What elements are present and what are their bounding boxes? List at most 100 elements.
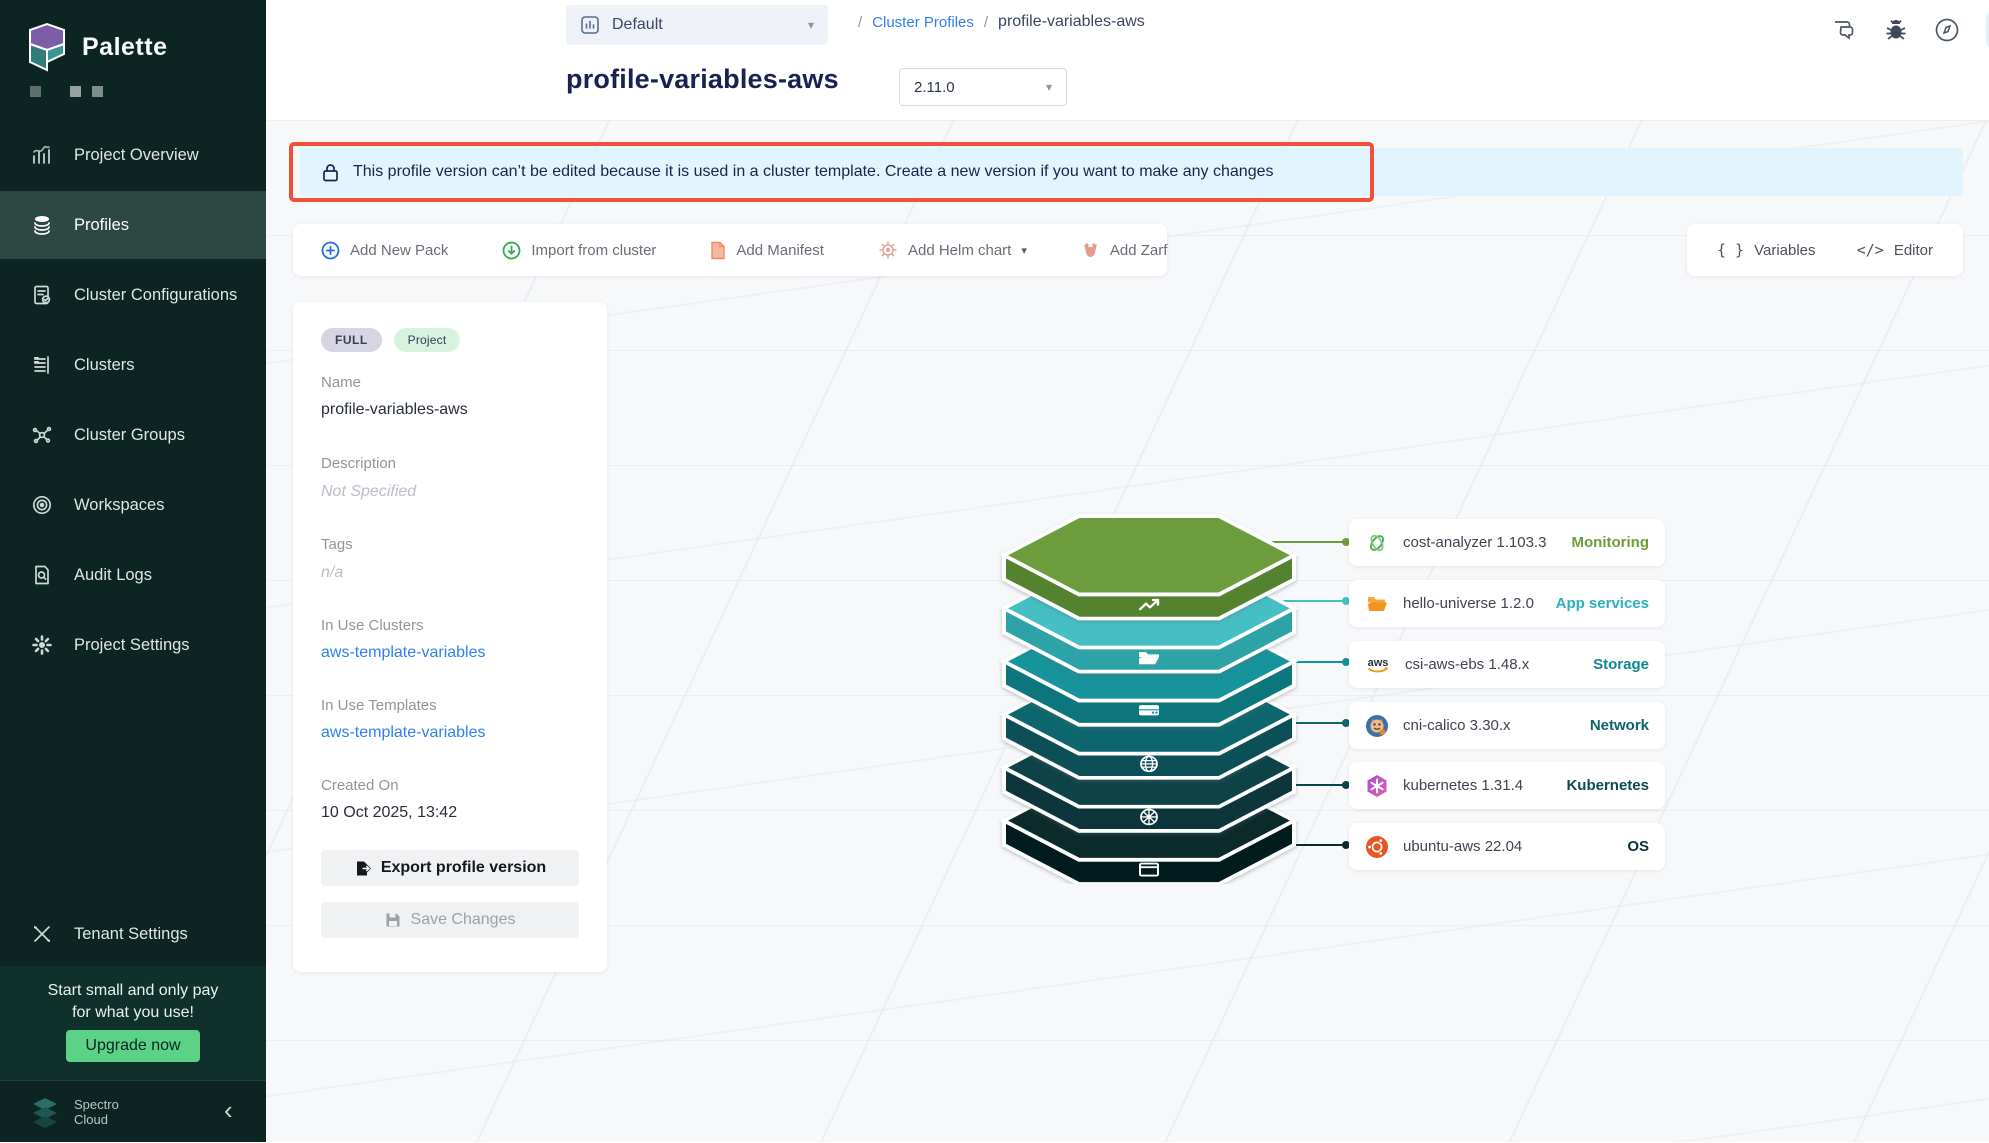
locked-version-banner: This profile version can’t be edited bec… bbox=[300, 148, 1963, 196]
save-label: Save Changes bbox=[411, 911, 516, 929]
sidebar-item-label: Project Overview bbox=[74, 146, 199, 165]
sidebar-item-label: Audit Logs bbox=[74, 566, 152, 585]
badges-row: FULL Project bbox=[321, 328, 460, 352]
layers-stack-icon bbox=[30, 213, 54, 237]
brand-name: Palette bbox=[82, 33, 167, 62]
name-label: Name bbox=[321, 374, 361, 391]
pack-row-cni-calico[interactable]: cni-calico 3.30.x Network bbox=[1349, 702, 1665, 749]
description-value: Not Specified bbox=[321, 483, 416, 501]
spectro-cloud-logo-icon bbox=[28, 1095, 62, 1129]
profile-layers-stack[interactable] bbox=[998, 504, 1300, 884]
in-use-clusters-link[interactable]: aws-template-variables bbox=[321, 644, 486, 662]
stack-layer-monitoring[interactable] bbox=[1004, 516, 1294, 618]
palette-logo: Palette bbox=[26, 22, 167, 72]
editor-button[interactable]: </> Editor bbox=[1857, 241, 1933, 259]
pack-row-hello-universe[interactable]: hello-universe 1.2.0 App services bbox=[1349, 580, 1665, 627]
add-helm-chart-button[interactable]: Add Helm chart ▾ bbox=[878, 240, 1027, 260]
add-manifest-button[interactable]: Add Manifest bbox=[710, 241, 824, 260]
pack-name: cost-analyzer 1.103.3 bbox=[1403, 534, 1558, 551]
tags-value: n/a bbox=[321, 564, 343, 582]
project-selector[interactable]: Default ▾ bbox=[566, 5, 828, 45]
upgrade-panel: Start small and only pay for what you us… bbox=[0, 966, 266, 1080]
banner-text: This profile version can’t be edited bec… bbox=[353, 163, 1274, 181]
add-helm-chart-label: Add Helm chart bbox=[908, 242, 1011, 259]
calico-icon bbox=[1365, 714, 1389, 738]
pack-row-ubuntu-aws[interactable]: ubuntu-aws 22.04 OS bbox=[1349, 823, 1665, 870]
sidebar-item-audit-logs[interactable]: Audit Logs bbox=[0, 541, 266, 609]
lock-icon bbox=[322, 163, 339, 182]
sidebar-item-clusters[interactable]: Clusters bbox=[0, 331, 266, 399]
topbar-actions: Docs ▾ bbox=[1832, 13, 1989, 47]
in-use-templates-link[interactable]: aws-template-variables bbox=[321, 724, 486, 742]
created-on-label: Created On bbox=[321, 777, 399, 794]
pack-row-csi-aws-ebs[interactable]: aws csi-aws-ebs 1.48.x Storage bbox=[1349, 641, 1665, 688]
redacted-block bbox=[92, 86, 103, 97]
braces-icon: { } bbox=[1717, 241, 1744, 259]
export-profile-version-button[interactable]: Export profile version bbox=[321, 850, 579, 886]
chevron-down-icon: ▾ bbox=[1046, 80, 1052, 94]
code-icon: </> bbox=[1857, 241, 1884, 259]
kubernetes-pack-icon bbox=[1365, 774, 1389, 798]
add-new-pack-button[interactable]: Add New Pack bbox=[321, 241, 448, 260]
save-changes-button[interactable]: Save Changes bbox=[321, 902, 579, 938]
add-zarf-button[interactable]: Add Zarf bbox=[1081, 241, 1168, 259]
pack-name: ubuntu-aws 22.04 bbox=[1403, 838, 1613, 855]
description-label: Description bbox=[321, 455, 396, 472]
add-new-pack-label: Add New Pack bbox=[350, 242, 448, 259]
sidebar-item-label: Cluster Groups bbox=[74, 426, 185, 445]
sidebar-item-label: Clusters bbox=[74, 356, 135, 375]
export-icon bbox=[354, 860, 371, 877]
sidebar-item-project-settings[interactable]: Project Settings bbox=[0, 611, 266, 679]
full-badge: FULL bbox=[321, 328, 382, 352]
add-zarf-label: Add Zarf bbox=[1110, 242, 1168, 259]
sidebar-collapse-icon[interactable]: ‹ bbox=[224, 1095, 233, 1126]
sidebar-item-workspaces[interactable]: Workspaces bbox=[0, 471, 266, 539]
download-circle-icon bbox=[502, 241, 521, 260]
in-use-templates-label: In Use Templates bbox=[321, 697, 437, 714]
sidebar-item-profiles[interactable]: Profiles bbox=[0, 191, 266, 259]
cost-analyzer-icon bbox=[1365, 531, 1389, 555]
variables-button[interactable]: { } Variables bbox=[1717, 241, 1816, 259]
sidebar-item-project-overview[interactable]: Project Overview bbox=[0, 121, 266, 189]
manifest-file-icon bbox=[710, 241, 726, 260]
profile-details-card: FULL Project Name profile-variables-aws … bbox=[293, 302, 607, 972]
chevron-down-icon: ▾ bbox=[1021, 244, 1027, 257]
plus-circle-icon bbox=[321, 241, 340, 260]
pack-category: Kubernetes bbox=[1566, 777, 1649, 794]
import-from-cluster-button[interactable]: Import from cluster bbox=[502, 241, 656, 260]
import-from-cluster-label: Import from cluster bbox=[531, 242, 656, 259]
sidebar-item-cluster-configurations[interactable]: Cluster Configurations bbox=[0, 261, 266, 329]
tools-icon bbox=[30, 922, 54, 946]
aws-icon: aws bbox=[1365, 653, 1391, 677]
pack-row-kubernetes[interactable]: kubernetes 1.31.4 Kubernetes bbox=[1349, 762, 1665, 809]
export-label: Export profile version bbox=[381, 859, 546, 877]
gear-icon bbox=[30, 633, 54, 657]
chevron-down-icon: ▾ bbox=[808, 18, 814, 32]
compass-help-icon[interactable] bbox=[1934, 17, 1960, 43]
upgrade-now-button[interactable]: Upgrade now bbox=[66, 1030, 200, 1062]
pack-toolbar: Add New Pack Import from cluster Add Man… bbox=[293, 224, 1167, 276]
pack-name: csi-aws-ebs 1.48.x bbox=[1405, 656, 1579, 673]
sidebar-item-label: Cluster Configurations bbox=[74, 286, 237, 305]
sidebar-item-tenant-settings[interactable]: Tenant Settings bbox=[0, 900, 266, 968]
pack-name: cni-calico 3.30.x bbox=[1403, 717, 1576, 734]
bug-report-icon[interactable] bbox=[1884, 18, 1908, 42]
pack-row-cost-analyzer[interactable]: cost-analyzer 1.103.3 Monitoring bbox=[1349, 519, 1665, 566]
tags-label: Tags bbox=[321, 536, 353, 553]
pack-category: OS bbox=[1627, 838, 1649, 855]
version-selector[interactable]: 2.11.0 ▾ bbox=[899, 68, 1067, 106]
pack-category: Network bbox=[1590, 717, 1649, 734]
feedback-chat-icon[interactable] bbox=[1832, 18, 1858, 42]
sidebar-footer: Spectro Cloud ‹ bbox=[0, 1080, 266, 1143]
redacted-block bbox=[70, 86, 81, 97]
storage-drive-icon bbox=[1139, 705, 1159, 715]
project-scope-icon bbox=[580, 15, 600, 35]
breadcrumb-link-cluster-profiles[interactable]: Cluster Profiles bbox=[872, 14, 974, 31]
redacted-block bbox=[30, 86, 41, 97]
kubernetes-wheel-icon bbox=[1141, 809, 1157, 824]
sidebar-item-label: Tenant Settings bbox=[74, 925, 188, 944]
upgrade-text-line1: Start small and only pay bbox=[0, 980, 266, 1002]
sidebar-item-cluster-groups[interactable]: Cluster Groups bbox=[0, 401, 266, 469]
view-switcher: { } Variables </> Editor bbox=[1687, 224, 1963, 276]
editor-label: Editor bbox=[1894, 242, 1933, 259]
